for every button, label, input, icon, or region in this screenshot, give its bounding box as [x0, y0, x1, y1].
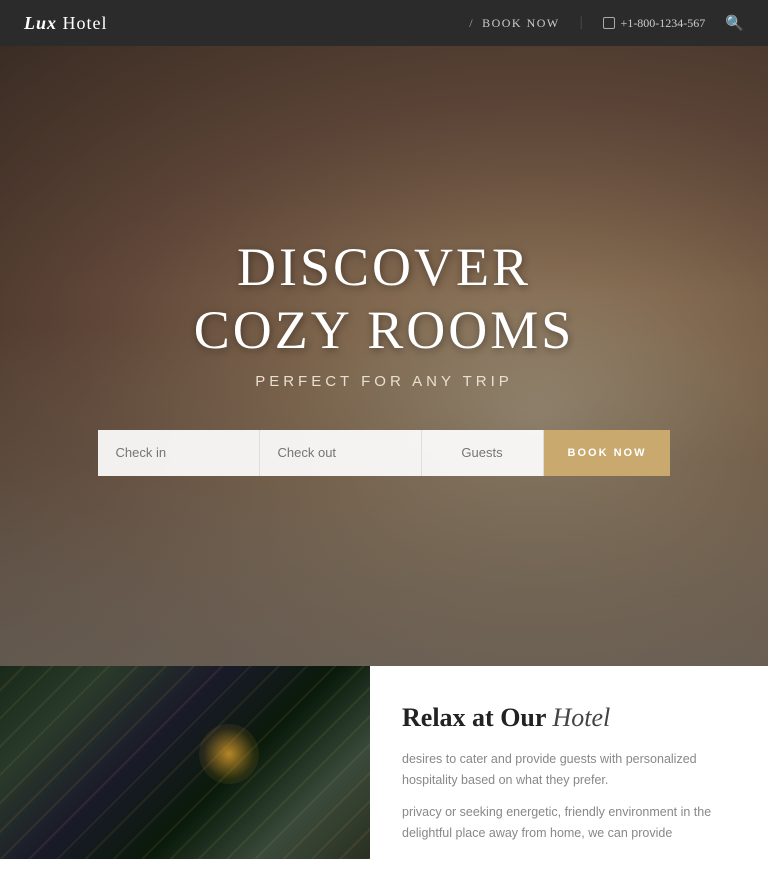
staircase-bg: [0, 666, 370, 859]
phone-icon: [603, 17, 615, 29]
lower-para-2: privacy or seeking energetic, friendly e…: [402, 802, 736, 843]
lower-section: Relax at Our Hotel desires to cater and …: [0, 666, 768, 892]
phone-number: +1-800-1234-567: [621, 16, 706, 31]
nav-phone[interactable]: +1-800-1234-567: [603, 16, 706, 31]
search-icon[interactable]: 🔍: [725, 14, 744, 33]
hero-title-line1: DISCOVER: [237, 237, 531, 297]
book-now-button[interactable]: BOOK NOW: [544, 430, 671, 476]
lower-para-1: desires to cater and provide guests with…: [402, 749, 736, 790]
checkout-input[interactable]: [260, 430, 422, 476]
guests-input[interactable]: [422, 430, 544, 476]
lower-heading: Relax at Our Hotel: [402, 702, 736, 733]
navbar: Lux Hotel BOOK NOW | +1-800-1234-567 🔍: [0, 0, 768, 46]
brand-lux: Lux: [24, 13, 57, 33]
lower-text-content: Relax at Our Hotel desires to cater and …: [370, 666, 768, 892]
brand-logo[interactable]: Lux Hotel: [24, 13, 108, 34]
nav-book-now[interactable]: BOOK NOW: [469, 16, 560, 31]
hero-subtitle: PERFECT FOR ANY TRIP: [194, 373, 575, 390]
lower-staircase-image: [0, 666, 370, 859]
hero-section: DISCOVER COZY ROOMS PERFECT FOR ANY TRIP…: [0, 46, 768, 666]
nav-divider: |: [580, 15, 583, 31]
hero-content: DISCOVER COZY ROOMS PERFECT FOR ANY TRIP: [194, 236, 575, 389]
hero-title: DISCOVER COZY ROOMS: [194, 236, 575, 360]
lower-heading-italic: Hotel: [552, 703, 610, 732]
brand-hotel: Hotel: [57, 13, 108, 33]
booking-bar: BOOK NOW: [98, 430, 671, 476]
navbar-right: BOOK NOW | +1-800-1234-567 🔍: [469, 14, 744, 33]
checkin-input[interactable]: [98, 430, 260, 476]
hero-title-line2: COZY ROOMS: [194, 300, 575, 360]
lower-heading-normal: Relax at Our: [402, 703, 546, 732]
